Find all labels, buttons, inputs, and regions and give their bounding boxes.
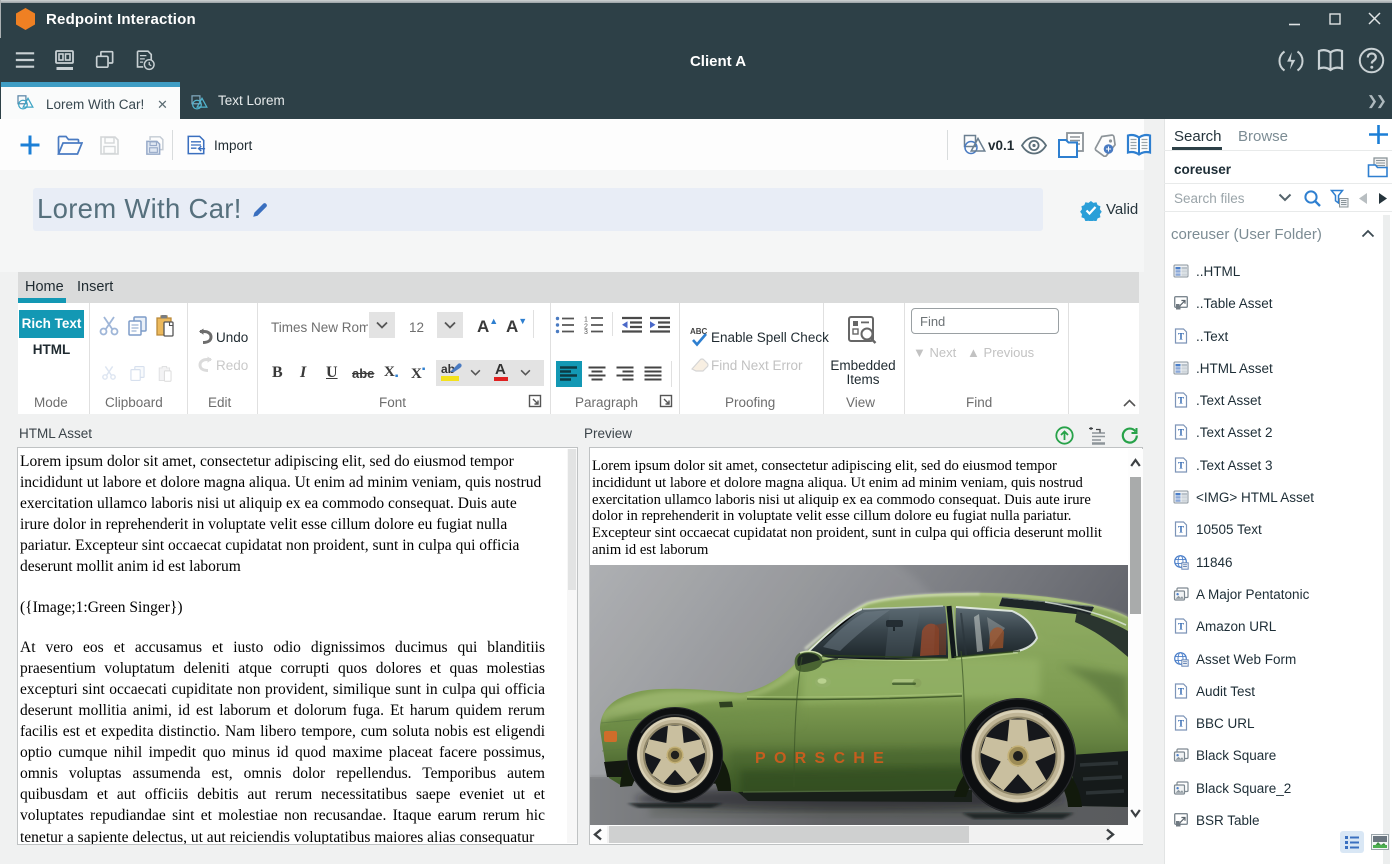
svg-text:PORSCHE: PORSCHE [755,750,886,767]
svg-text:1: 1 [584,317,588,324]
svg-text:3: 3 [584,329,588,334]
